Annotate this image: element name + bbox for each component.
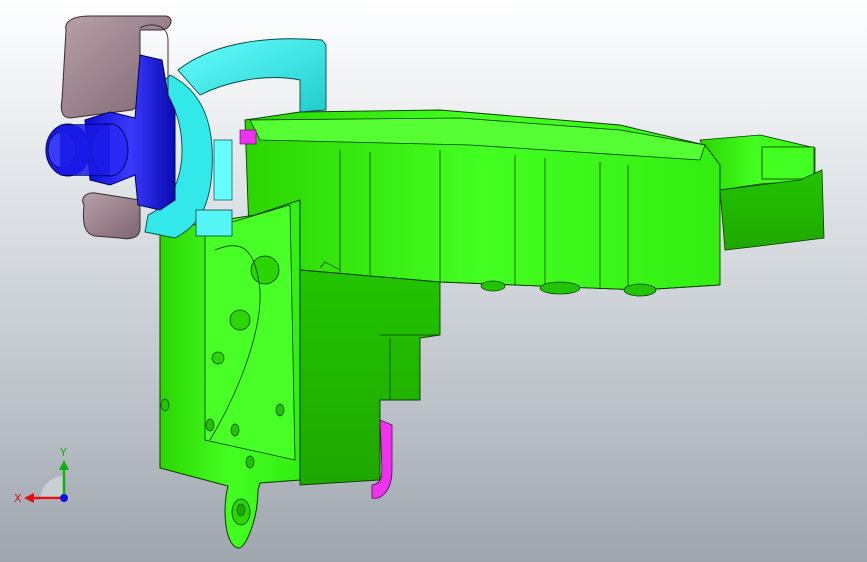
upper-housing[interactable] — [244, 109, 721, 297]
y-axis-label: Y — [59, 446, 67, 459]
x-axis-label: X — [14, 492, 22, 505]
z-axis-dot — [60, 494, 68, 502]
x-axis-arrowhead — [24, 493, 34, 503]
cad-model[interactable] — [0, 0, 867, 562]
y-axis-arrowhead — [59, 460, 69, 470]
mounting-plate[interactable] — [159, 199, 301, 549]
lower-step-block[interactable] — [299, 269, 441, 486]
cad-viewport[interactable]: Y X — [0, 0, 867, 562]
orientation-triad: Y X — [14, 446, 69, 505]
